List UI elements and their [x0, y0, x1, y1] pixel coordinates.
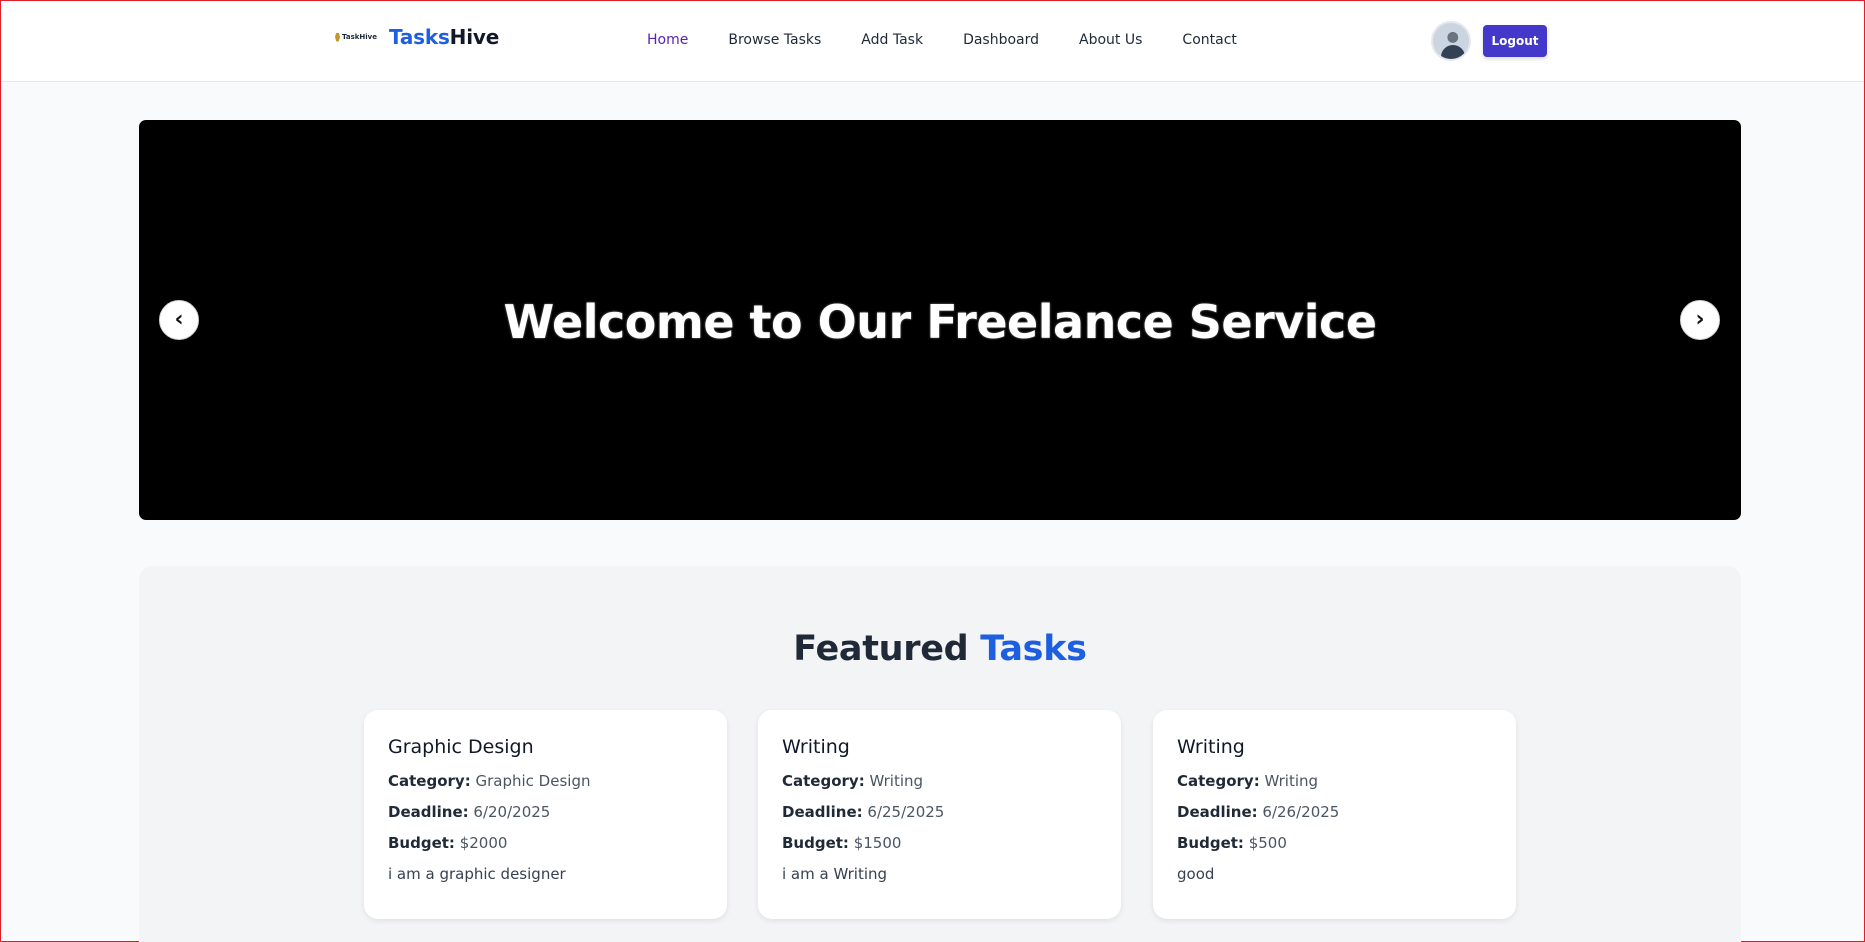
- brand-name: TasksHive: [389, 25, 499, 49]
- budget-label: Budget:: [1177, 834, 1244, 852]
- deadline-value: 6/26/2025: [1262, 803, 1340, 821]
- budget-value: $2000: [459, 834, 508, 852]
- brand[interactable]: TaskHive TasksHive: [335, 25, 499, 49]
- hero-carousel: Welcome to Our Freelance Service ‹ ›: [139, 120, 1741, 520]
- task-card-title: Graphic Design: [388, 736, 534, 758]
- chevron-left-icon: ‹: [174, 307, 184, 332]
- nav-link-contact[interactable]: Contact: [1182, 32, 1236, 48]
- nav-link-home[interactable]: Home: [647, 32, 688, 48]
- budget-label: Budget:: [782, 834, 849, 852]
- brand-name-part2: Hive: [449, 25, 500, 49]
- nav-link-dashboard[interactable]: Dashboard: [963, 32, 1039, 48]
- category-value: Writing: [1264, 772, 1319, 790]
- hero-title: Welcome to Our Freelance Service: [503, 295, 1377, 349]
- task-card[interactable]: Writing Category: Writing Deadline: 6/25…: [758, 710, 1121, 919]
- deadline-label: Deadline:: [782, 803, 863, 821]
- task-card[interactable]: Writing Category: Writing Deadline: 6/26…: [1153, 710, 1516, 919]
- deadline-label: Deadline:: [1177, 803, 1258, 821]
- chevron-right-icon: ›: [1695, 307, 1705, 332]
- task-card-category: Category: Graphic Design: [388, 772, 703, 790]
- category-label: Category:: [388, 772, 471, 790]
- budget-value: $1500: [853, 834, 902, 852]
- nav-links: Home Browse Tasks Add Task Dashboard Abo…: [647, 32, 1237, 48]
- carousel-prev-button[interactable]: ‹: [159, 300, 199, 340]
- deadline-value: 6/20/2025: [473, 803, 551, 821]
- task-card-description: good: [1177, 865, 1215, 883]
- category-label: Category:: [782, 772, 865, 790]
- task-card-category: Category: Writing: [1177, 772, 1492, 790]
- task-card-title: Writing: [1177, 736, 1245, 758]
- logo-text: TaskHive: [342, 33, 377, 41]
- deadline-value: 6/25/2025: [867, 803, 945, 821]
- hive-icon: [335, 32, 340, 42]
- brand-logo: TaskHive: [335, 30, 377, 44]
- task-card-category: Category: Writing: [782, 772, 1097, 790]
- featured-tasks-section: Featured Tasks Graphic Design Category: …: [139, 566, 1741, 942]
- user-avatar[interactable]: [1431, 21, 1471, 61]
- category-label: Category:: [1177, 772, 1260, 790]
- task-card-budget: Budget: $500: [1177, 834, 1492, 852]
- brand-name-part1: Tasks: [389, 25, 450, 49]
- featured-title-part2: Tasks: [980, 629, 1087, 669]
- category-value: Graphic Design: [475, 772, 591, 790]
- featured-title: Featured Tasks: [139, 629, 1741, 669]
- task-card-description: i am a graphic designer: [388, 865, 566, 883]
- task-card-deadline: Deadline: 6/20/2025: [388, 803, 703, 821]
- task-card-title: Writing: [782, 736, 850, 758]
- nav-link-browse-tasks[interactable]: Browse Tasks: [728, 32, 821, 48]
- budget-label: Budget:: [388, 834, 455, 852]
- nav-link-add-task[interactable]: Add Task: [861, 32, 923, 48]
- logout-button[interactable]: Logout: [1483, 25, 1547, 57]
- task-card-deadline: Deadline: 6/26/2025: [1177, 803, 1492, 821]
- task-card-budget: Budget: $2000: [388, 834, 703, 852]
- deadline-label: Deadline:: [388, 803, 469, 821]
- task-card-budget: Budget: $1500: [782, 834, 1097, 852]
- category-value: Writing: [869, 772, 924, 790]
- task-card[interactable]: Graphic Design Category: Graphic Design …: [364, 710, 727, 919]
- task-card-description: i am a Writing: [782, 865, 888, 883]
- task-card-deadline: Deadline: 6/25/2025: [782, 803, 1097, 821]
- featured-title-part1: Featured: [793, 629, 969, 669]
- carousel-next-button[interactable]: ›: [1680, 300, 1720, 340]
- nav-link-about-us[interactable]: About Us: [1079, 32, 1142, 48]
- navbar: TaskHive TasksHive Home Browse Tasks Add…: [1, 1, 1864, 82]
- budget-value: $500: [1248, 834, 1287, 852]
